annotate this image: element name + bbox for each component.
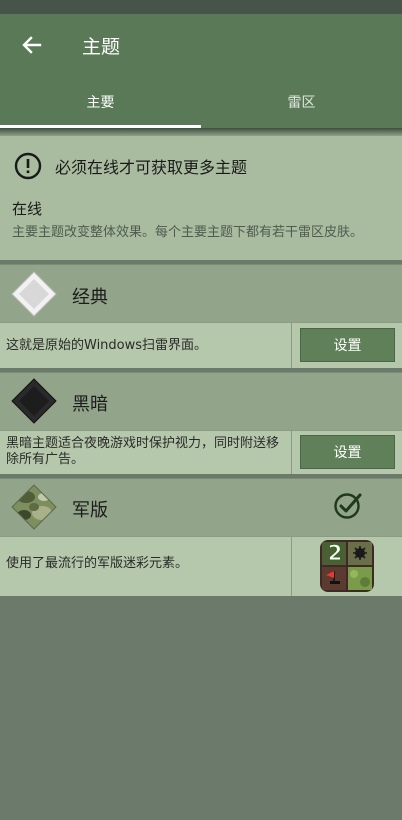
theme-classic-name: 经典 [72, 287, 108, 308]
theme-preview-icon: 2 [320, 540, 374, 592]
tab-bar: 主要 雷区 [0, 76, 402, 128]
online-description: 主要主题改变整体效果。每个主要主题下都有若干雷区皮肤。 [12, 225, 364, 240]
theme-classic-desc: 这就是原始的Windows扫雷界面。 [6, 338, 208, 353]
back-arrow-icon[interactable] [20, 33, 44, 57]
divider [291, 537, 292, 596]
info-circle-icon [14, 152, 42, 180]
notice-text: 必须在线才可获取更多主题 [55, 158, 248, 177]
diamond-camo-icon [11, 484, 57, 530]
page-title: 主题 [82, 36, 121, 58]
theme-military-desc: 使用了最流行的军版迷彩元素。 [6, 556, 189, 571]
theme-classic-header[interactable] [0, 264, 402, 322]
theme-dark-name: 黑暗 [72, 394, 108, 415]
online-label: 在线 [12, 200, 43, 218]
tab-shadow [0, 128, 402, 136]
divider [291, 323, 292, 368]
badge-number: 2 [327, 541, 343, 566]
status-bar [0, 0, 402, 14]
diamond-classic-icon [11, 271, 57, 317]
divider [291, 431, 292, 474]
app-bar: 主题 [0, 14, 402, 76]
tab-minefield[interactable]: 雷区 [201, 76, 402, 128]
theme-dark-desc: 黑暗主题适合夜晚游戏时保护视力，同时附送移除所有广告。 [6, 436, 280, 467]
diamond-dark-icon [11, 378, 57, 424]
checkmark-circle-icon [334, 493, 362, 519]
tab-main[interactable]: 主要 [0, 76, 201, 128]
theme-military-name: 军版 [72, 500, 108, 521]
theme-classic-settings-button[interactable]: 设置 [300, 328, 395, 362]
theme-dark-header[interactable] [0, 372, 402, 430]
theme-dark-settings-button[interactable]: 设置 [300, 435, 395, 469]
empty-area [0, 596, 402, 820]
